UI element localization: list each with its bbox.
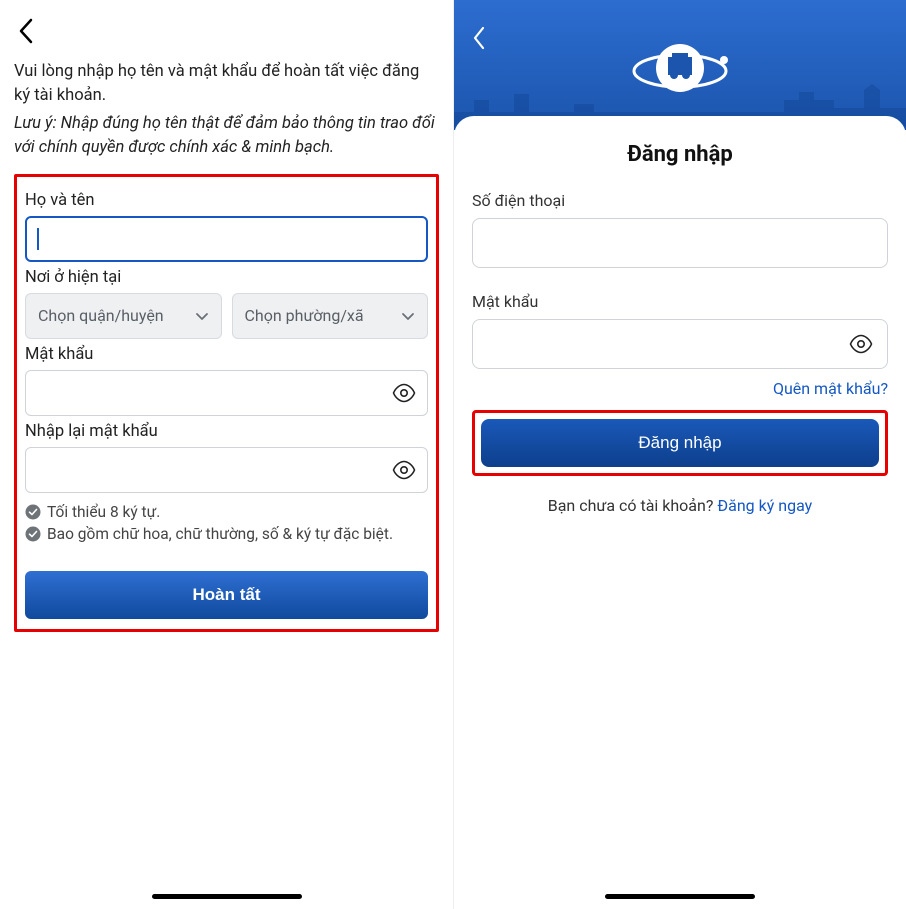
eye-icon[interactable] <box>392 381 416 405</box>
hint-row: Bao gồm chữ hoa, chữ thường, số & ký tự … <box>25 525 428 543</box>
eye-icon[interactable] <box>392 458 416 482</box>
password-input[interactable] <box>472 319 888 369</box>
district-select[interactable]: Chọn quận/huyện <box>25 293 222 339</box>
register-screen: Vui lòng nhập họ tên và mật khẩu để hoàn… <box>0 0 453 909</box>
confirm-input[interactable] <box>25 447 428 493</box>
district-placeholder: Chọn quận/huyện <box>38 306 164 325</box>
hint2-text: Bao gồm chữ hoa, chữ thường, số & ký tự … <box>47 525 393 543</box>
back-button[interactable] <box>472 26 486 50</box>
intro-text: Vui lòng nhập họ tên và mật khẩu để hoàn… <box>14 60 439 108</box>
login-screen: Đăng nhập Số điện thoại Mật khẩu Quên mậ… <box>453 0 906 909</box>
phone-label: Số điện thoại <box>472 191 888 210</box>
home-indicator[interactable] <box>605 894 755 899</box>
signup-link[interactable]: Đăng ký ngay <box>717 496 812 515</box>
chevron-left-icon <box>18 18 34 44</box>
forgot-link[interactable]: Quên mật khẩu? <box>472 379 888 398</box>
login-highlight: Đăng nhập <box>472 410 888 476</box>
ward-select[interactable]: Chọn phường/xã <box>232 293 429 339</box>
password-input[interactable] <box>25 370 428 416</box>
check-circle-icon <box>25 504 41 520</box>
form-highlight: Họ và tên Nơi ở hiện tại Chọn quận/huyện… <box>14 174 439 632</box>
eye-icon[interactable] <box>849 332 873 356</box>
hero-banner <box>454 0 906 130</box>
ward-placeholder: Chọn phường/xã <box>245 306 364 325</box>
hint1-text: Tối thiểu 8 ký tự. <box>47 503 160 521</box>
location-label: Nơi ở hiện tại <box>25 268 428 287</box>
check-circle-icon <box>25 526 41 542</box>
chevron-down-icon <box>195 309 209 323</box>
back-button[interactable] <box>18 18 34 44</box>
fullname-input[interactable] <box>25 216 428 262</box>
login-sheet: Đăng nhập Số điện thoại Mật khẩu Quên mậ… <box>454 116 906 909</box>
chevron-down-icon <box>401 309 415 323</box>
confirm-label: Nhập lại mật khẩu <box>25 422 428 441</box>
home-indicator[interactable] <box>152 894 302 899</box>
no-account-text: Bạn chưa có tài khoản? <box>548 496 718 515</box>
fullname-label: Họ và tên <box>25 191 428 210</box>
phone-input[interactable] <box>472 218 888 268</box>
password-label: Mật khẩu <box>472 292 888 311</box>
hint-row: Tối thiểu 8 ký tự. <box>25 503 428 521</box>
note-text: Lưu ý: Nhập đúng họ tên thật để đảm bảo … <box>14 112 439 160</box>
signup-row: Bạn chưa có tài khoản? Đăng ký ngay <box>472 496 888 515</box>
submit-button[interactable]: Hoàn tất <box>25 571 428 619</box>
password-label: Mật khẩu <box>25 345 428 364</box>
login-button[interactable]: Đăng nhập <box>481 419 879 467</box>
login-title: Đăng nhập <box>472 142 888 167</box>
chevron-left-icon <box>472 26 486 50</box>
